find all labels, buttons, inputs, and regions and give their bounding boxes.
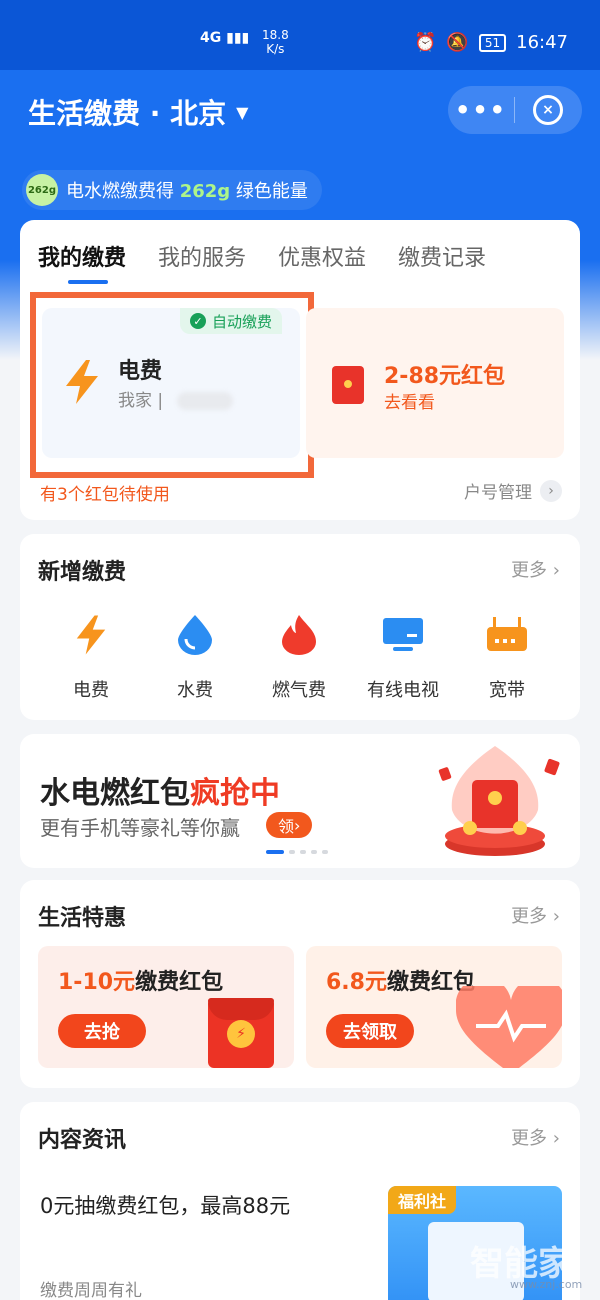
- mini-program-capsule: ••• ×: [448, 86, 582, 134]
- news-footnote: 缴费周周有礼: [40, 1281, 142, 1300]
- deal-title: 1-10元缴费红包: [58, 970, 224, 995]
- network-speed: 18.8 K/s: [262, 28, 289, 56]
- water-drop-icon: [150, 614, 240, 656]
- red-envelope-icon: ⚡: [208, 998, 274, 1068]
- tab-payment-records[interactable]: 缴费记录: [398, 240, 486, 272]
- network-indicator: 4G ▮▮▮: [200, 30, 250, 46]
- lightning-icon: [46, 614, 136, 656]
- promo-link: 去看看: [384, 393, 435, 413]
- section-title: 内容资讯: [38, 1128, 127, 1153]
- section-title: 生活特惠: [38, 906, 127, 931]
- tab-benefits[interactable]: 优惠权益: [278, 240, 366, 272]
- red-packet-promo-tile[interactable]: 2-88元红包 去看看: [306, 308, 564, 458]
- status-bar: 4G ▮▮▮ 18.8 K/s ⏰ 🔕 51 16:47: [0, 0, 600, 70]
- deal-card[interactable]: 1-10元缴费红包 去抢 ⚡: [38, 946, 294, 1068]
- page-title: 生活缴费 · 北京: [28, 97, 227, 130]
- service-broadband[interactable]: 宽带: [462, 614, 552, 702]
- news-tag: 福利社: [388, 1186, 457, 1214]
- status-right: ⏰ 🔕 51 16:47: [414, 32, 568, 53]
- green-energy-pill[interactable]: 262g 电水燃缴费得 262g 绿色能量: [22, 170, 322, 210]
- chevron-right-icon: ›: [552, 1128, 560, 1149]
- close-mini-program-button[interactable]: ×: [533, 95, 563, 125]
- capsule-divider: [514, 97, 515, 123]
- flame-icon: [254, 614, 344, 656]
- grab-button[interactable]: 去抢: [58, 1014, 146, 1048]
- alarm-icon: ⏰: [414, 32, 437, 53]
- carousel-dots: [266, 850, 328, 854]
- life-deals-card: 生活特惠 更多 › 1-10元缴费红包 去抢 ⚡ 6.8元缴费红包 去领取: [20, 880, 580, 1088]
- banner-title: 水电燃红包疯抢中: [40, 776, 280, 811]
- energy-badge-icon: 262g: [26, 174, 58, 206]
- more-link[interactable]: 更多 ›: [511, 556, 560, 582]
- router-icon: [462, 614, 552, 656]
- chevron-right-icon: ›: [552, 560, 560, 581]
- watermark-url: www.znj.com: [510, 1278, 583, 1291]
- claim-button[interactable]: 领 ›: [266, 812, 313, 838]
- service-water[interactable]: 水费: [150, 614, 240, 702]
- section-title: 新增缴费: [38, 560, 127, 585]
- tab-my-services[interactable]: 我的服务: [158, 240, 246, 272]
- my-bills-card: 我的缴费 我的服务 优惠权益 缴费记录 ✓ 自动缴费 电费 我家 | 2-88元…: [20, 220, 580, 520]
- deal-card[interactable]: 6.8元缴费红包 去领取: [306, 946, 562, 1068]
- account-management-link[interactable]: 户号管理 ›: [464, 478, 562, 503]
- battery-icon: 51: [478, 33, 507, 52]
- pending-red-packets-link[interactable]: 有3个红包待使用: [40, 480, 170, 505]
- banner-subtitle: 更有手机等豪礼等你赢: [40, 816, 240, 840]
- highlight-annotation-box: [30, 292, 314, 478]
- promo-banner[interactable]: 水电燃红包疯抢中 更有手机等豪礼等你赢 领 ›: [20, 734, 580, 868]
- heart-icon: [456, 986, 562, 1068]
- service-electricity[interactable]: 电费: [46, 614, 136, 702]
- energy-text: 电水燃缴费得 262g 绿色能量: [66, 181, 308, 202]
- more-link[interactable]: 更多 ›: [511, 902, 560, 928]
- chevron-right-icon: ›: [552, 906, 560, 927]
- red-packet-illustration: [420, 740, 570, 868]
- service-cable-tv[interactable]: 有线电视: [358, 614, 448, 702]
- more-menu-button[interactable]: •••: [448, 96, 514, 124]
- more-link[interactable]: 更多 ›: [511, 1124, 560, 1150]
- tv-icon: [358, 614, 448, 656]
- new-payment-card: 新增缴费 更多 › 电费 水费 燃气费 有线电视 宽带: [20, 534, 580, 720]
- clock: 16:47: [516, 32, 568, 53]
- city-selector[interactable]: 生活缴费 · 北京 ▼: [28, 92, 248, 132]
- deal-title: 6.8元缴费红包: [326, 970, 475, 995]
- service-gas[interactable]: 燃气费: [254, 614, 344, 702]
- claim-deal-button[interactable]: 去领取: [326, 1014, 414, 1048]
- promo-title: 2-88元红包: [384, 364, 506, 389]
- mute-icon: 🔕: [446, 32, 469, 53]
- chevron-right-icon: ›: [540, 479, 562, 502]
- caret-down-icon: ▼: [236, 102, 249, 122]
- bills-tabs: 我的缴费 我的服务 优惠权益 缴费记录: [38, 240, 486, 284]
- tab-my-bills[interactable]: 我的缴费: [38, 240, 126, 284]
- red-packet-icon: [332, 366, 364, 404]
- news-headline[interactable]: 0元抽缴费红包，最高88元: [40, 1190, 290, 1220]
